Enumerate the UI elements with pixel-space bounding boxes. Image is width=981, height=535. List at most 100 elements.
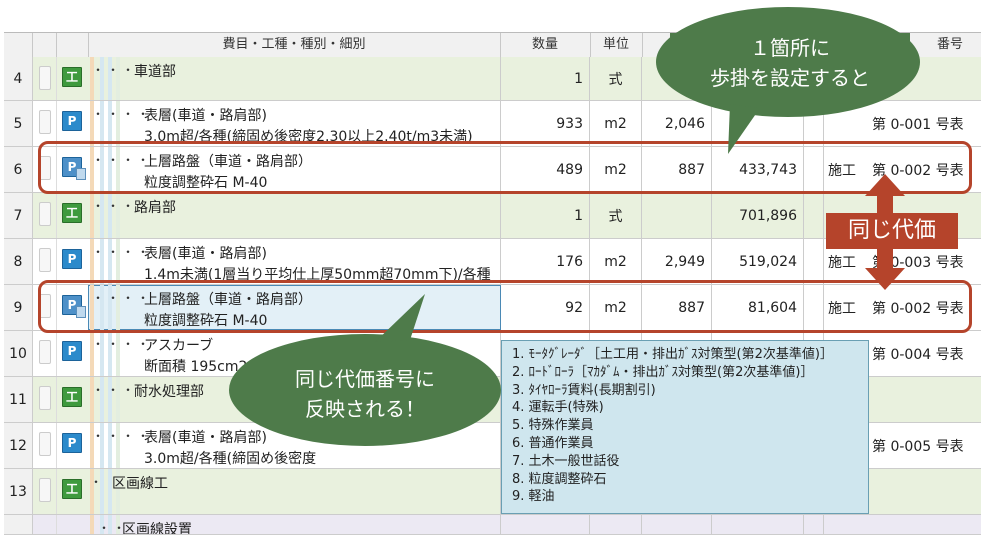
popup-item[interactable]: 2. ﾛｰﾄﾞﾛｰﾗ［ﾏｶﾀﾞﾑ・排出ｶﾞｽ対策型(第2次基準値)］ <box>512 364 858 382</box>
popup-item[interactable]: 6. 普通作業員 <box>512 435 858 453</box>
level-dots: ・・・・ <box>92 429 153 443</box>
item-name: 区画線工 <box>112 476 168 492</box>
item-type-badge: P <box>62 433 82 453</box>
price-cell[interactable] <box>642 515 712 534</box>
row-checkbox[interactable] <box>32 377 57 422</box>
popup-item[interactable]: 8. 粒度調整砕石 <box>512 471 858 489</box>
row-type-cell: 工 <box>56 377 89 422</box>
item-type-badge: 工 <box>62 203 82 223</box>
level-dots: ・・・・ <box>92 107 153 121</box>
item-name: アスカーブ <box>144 338 214 354</box>
flag-cell <box>804 239 824 284</box>
code-cell[interactable] <box>868 469 981 514</box>
header-mark <box>32 33 57 57</box>
header-name[interactable]: 費目・工種・種別・細別 <box>88 33 501 57</box>
header-qty[interactable]: 数量 <box>500 33 591 57</box>
name-cell[interactable]: ・・・ 車道部 <box>88 57 501 100</box>
callout-bottom-line1: 同じ代価番号に <box>295 367 435 391</box>
checkbox-box[interactable] <box>39 478 51 502</box>
amount-cell[interactable]: 701,896 <box>712 193 804 238</box>
unit-cell[interactable]: 式 <box>590 193 642 238</box>
popup-item[interactable]: 4. 運転手(特殊) <box>512 399 858 417</box>
code-cell[interactable] <box>868 515 981 534</box>
header-type <box>56 33 89 57</box>
level-dots: ・・・ <box>92 383 138 397</box>
row-type-cell: P <box>56 239 89 284</box>
name-cell[interactable]: ・・・・ 表層(車道・路肩部) 3.0m超/各種(締固め後密度2.30以上2.40t… <box>88 101 501 146</box>
item-name: 区画線設置 <box>122 522 192 534</box>
item-spec: 3.0m超/各種(締固め後密度 <box>144 451 317 467</box>
row-number: 9 <box>4 285 33 330</box>
row-type-cell <box>56 515 89 534</box>
checkbox-box[interactable] <box>39 202 51 226</box>
row-number: 4 <box>4 57 33 100</box>
level-dots: ・・・ <box>92 63 138 77</box>
qty-cell[interactable]: 1 <box>500 57 590 100</box>
row-number: 13 <box>4 469 33 514</box>
checkbox-box[interactable] <box>39 432 51 456</box>
unit-cell[interactable]: 式 <box>590 57 642 100</box>
name-cell[interactable]: ・・・・ 表層(車道・路肩部) 1.4m未満(1層当り平均仕上厚50mm超70mm下… <box>88 239 501 284</box>
qty-cell[interactable]: 176 <box>500 239 590 284</box>
unit-cell[interactable]: m2 <box>590 101 642 146</box>
popup-item[interactable]: 3. ﾀｲﾔﾛｰﾗ賃料(長期割引) <box>512 382 858 400</box>
code-cell[interactable]: 第 0-005 号表 <box>868 423 981 468</box>
unit-cell[interactable]: m2 <box>590 239 642 284</box>
callout-top-line2: 歩掛を設定すると <box>710 66 870 90</box>
level-dots: ・・・・ <box>92 337 153 351</box>
row-type-cell: P <box>56 331 89 376</box>
component-list-popup[interactable]: 1. ﾓｰﾀｸﾞﾚｰﾀﾞ［土工用・排出ｶﾞｽ対策型(第2次基準値)］ 2. ﾛｰ… <box>501 340 869 514</box>
row-checkbox[interactable] <box>32 193 57 238</box>
same-price-tag: 同じ代価 <box>826 213 958 249</box>
amount-cell[interactable]: 519,024 <box>712 239 804 284</box>
row-type-cell: 工 <box>56 57 89 100</box>
kind-cell <box>824 515 868 534</box>
checkbox-box[interactable] <box>39 386 51 410</box>
header-rownum <box>4 33 33 57</box>
level-dots: ・・・ <box>92 199 138 213</box>
table-row[interactable]: ・・ 区画線設置 <box>4 515 981 535</box>
row-checkbox[interactable] <box>32 331 57 376</box>
price-cell[interactable] <box>642 193 712 238</box>
name-cell[interactable]: ・・ 区画線設置 <box>88 515 501 534</box>
amount-cell[interactable] <box>712 515 804 534</box>
name-cell[interactable]: ・・・ 路肩部 <box>88 193 501 238</box>
row-checkbox[interactable] <box>32 239 57 284</box>
row-number: 7 <box>4 193 33 238</box>
popup-item[interactable]: 1. ﾓｰﾀｸﾞﾚｰﾀﾞ［土工用・排出ｶﾞｽ対策型(第2次基準値)］ <box>512 346 858 364</box>
item-type-badge: P <box>62 249 82 269</box>
unit-cell[interactable] <box>590 515 642 534</box>
callout-bottom-line2: 反映される！ <box>305 397 425 421</box>
item-type-badge: 工 <box>62 479 82 499</box>
checkbox-box[interactable] <box>39 248 51 272</box>
checkbox-box[interactable] <box>39 110 51 134</box>
popup-item[interactable]: 7. 土木一般世話役 <box>512 453 858 471</box>
qty-cell[interactable]: 933 <box>500 101 590 146</box>
qty-cell[interactable]: 1 <box>500 193 590 238</box>
callout-top-line1: １箇所に <box>670 33 910 63</box>
checkbox-box[interactable] <box>39 340 51 364</box>
row-type-cell: 工 <box>56 193 89 238</box>
name-cell[interactable]: ・区画線工 <box>88 469 501 514</box>
item-type-badge: 工 <box>62 67 82 87</box>
row-checkbox[interactable] <box>32 57 57 100</box>
code-cell[interactable]: 第 0-004 号表 <box>868 331 981 376</box>
qty-cell[interactable] <box>500 515 590 534</box>
row-type-cell: 工 <box>56 469 89 514</box>
popup-item[interactable]: 5. 特殊作業員 <box>512 417 858 435</box>
row-checkbox[interactable] <box>32 423 57 468</box>
row-checkbox[interactable] <box>32 469 57 514</box>
row-type-cell: P <box>56 101 89 146</box>
level-dots: ・ <box>90 475 106 489</box>
row-checkbox[interactable] <box>32 101 57 146</box>
header-unit[interactable]: 単位 <box>590 33 643 57</box>
row-number: 11 <box>4 377 33 422</box>
code-cell[interactable] <box>868 377 981 422</box>
checkbox-box[interactable] <box>39 66 51 90</box>
row-checkbox[interactable] <box>32 515 57 534</box>
popup-item[interactable]: 9. 軽油 <box>512 488 858 506</box>
price-cell[interactable]: 2,949 <box>642 239 712 284</box>
row-number: 8 <box>4 239 33 284</box>
item-type-badge: P <box>62 111 82 131</box>
flag-cell <box>804 515 824 534</box>
